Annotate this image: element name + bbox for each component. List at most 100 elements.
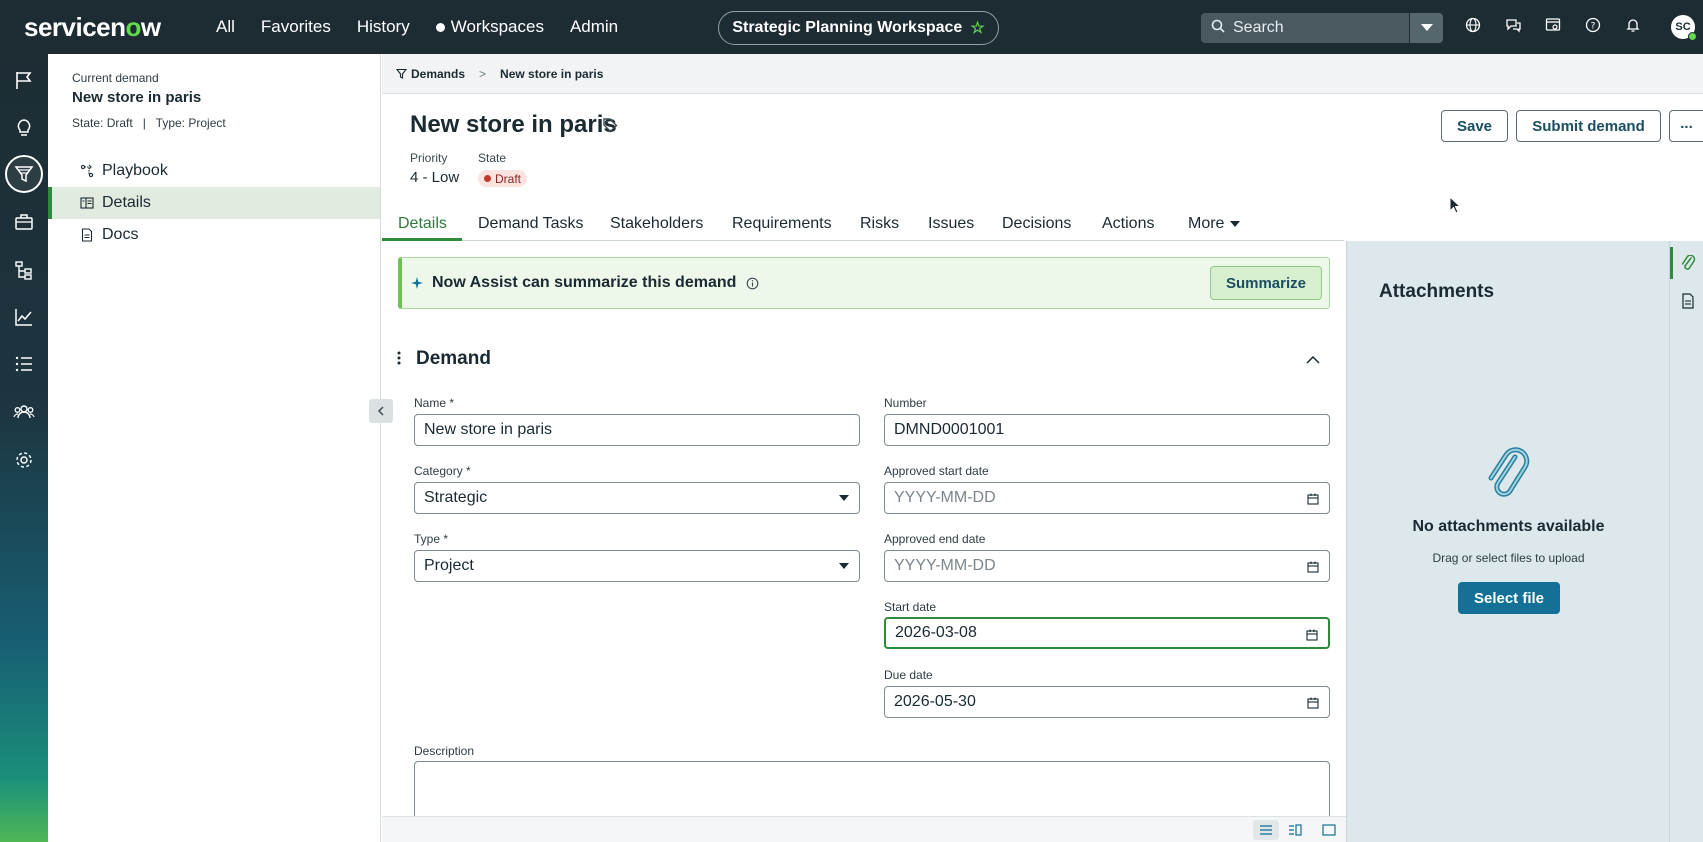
search-scope-dropdown[interactable] [1409, 13, 1443, 43]
globe-icon[interactable] [1463, 15, 1483, 35]
required-asterisk: * [443, 532, 449, 546]
submit-demand-button[interactable]: Submit demand [1516, 110, 1661, 142]
svg-text:?: ? [1591, 22, 1596, 32]
breadcrumb-demands-link[interactable]: Demands [411, 67, 465, 81]
settings-gear-icon[interactable] [10, 446, 38, 474]
tab-risks[interactable]: Risks [860, 215, 899, 233]
list-icon[interactable] [10, 350, 38, 378]
top-nav-menu: All Favorites History Workspaces Admin [203, 17, 631, 37]
tab-more-label: More [1188, 215, 1225, 232]
workspace-title-pill[interactable]: Strategic Planning Workspace ☆ [718, 11, 999, 45]
more-actions-button[interactable]: ... [1669, 110, 1703, 142]
category-select[interactable]: Strategic [414, 482, 860, 514]
now-assist-text: Now Assist can summarize this demand [432, 274, 737, 291]
tag-icon[interactable] [602, 117, 618, 138]
favorite-star-icon[interactable]: ☆ [970, 18, 984, 38]
full-view-icon[interactable] [1322, 823, 1336, 841]
nav-all[interactable]: All [203, 17, 248, 37]
description-label: Description [414, 744, 475, 758]
collapse-panel-button[interactable] [369, 399, 393, 423]
tab-actions[interactable]: Actions [1102, 215, 1154, 233]
approved-start-date-field[interactable]: YYYY-MM-DD [884, 482, 1330, 514]
current-demand-meta: State: Draft | Type: Project [72, 116, 226, 130]
start-date-field[interactable]: 2026-03-08 [884, 617, 1330, 649]
priority-label: Priority [410, 151, 448, 165]
current-demand-title: New store in paris [72, 89, 202, 106]
nav-item-playbook[interactable]: Playbook [48, 155, 380, 187]
chevron-up-icon[interactable] [1306, 351, 1320, 369]
meta-type-value: Project [188, 116, 226, 130]
calendar-icon[interactable] [1307, 560, 1319, 578]
tab-stakeholders[interactable]: Stakeholders [610, 215, 703, 233]
nav-item-details[interactable]: Details [48, 187, 380, 219]
nav-admin[interactable]: Admin [557, 17, 631, 37]
breadcrumb: Demands > New store in paris [382, 54, 1703, 94]
analytics-chart-icon[interactable] [10, 303, 38, 331]
calendar-icon[interactable] [1307, 696, 1319, 714]
info-icon[interactable] [746, 277, 759, 290]
more-actions-label: ... [1680, 114, 1693, 132]
calendar-icon[interactable] [1306, 628, 1318, 646]
team-icon[interactable] [10, 398, 38, 426]
description-textarea[interactable] [414, 761, 1330, 821]
global-search[interactable]: Search [1201, 13, 1443, 43]
servicenow-logo[interactable]: servicenow [24, 12, 179, 43]
record-info-document-icon[interactable] [1676, 289, 1700, 313]
help-icon[interactable]: ? [1583, 15, 1603, 35]
select-file-button[interactable]: Select file [1458, 582, 1560, 614]
record-navigation-panel: Current demand New store in paris State:… [48, 54, 381, 842]
lightbulb-icon[interactable] [10, 114, 38, 142]
chat-icon[interactable] [1503, 15, 1523, 35]
search-input[interactable]: Search [1233, 19, 1409, 37]
tab-requirements[interactable]: Requirements [732, 215, 832, 233]
tab-issues[interactable]: Issues [928, 215, 974, 233]
start-date-label: Start date [884, 600, 937, 614]
briefcase-icon[interactable] [10, 208, 38, 236]
nav-item-details-label: Details [102, 194, 151, 211]
record-title: New store in paris [410, 111, 617, 138]
nav-history[interactable]: History [344, 17, 423, 37]
app-switcher-icon[interactable] [1543, 15, 1563, 35]
type-select[interactable]: Project [414, 550, 860, 582]
now-assist-banner: Now Assist can summarize this demand Sum… [398, 257, 1330, 309]
tab-details[interactable]: Details [398, 215, 447, 233]
nav-item-docs[interactable]: Docs [48, 219, 380, 251]
tab-decisions[interactable]: Decisions [1002, 215, 1071, 233]
breadcrumb-current: New store in paris [500, 66, 604, 81]
name-field[interactable]: New store in paris [414, 414, 860, 446]
save-button[interactable]: Save [1441, 110, 1508, 142]
demand-funnel-icon[interactable] [5, 155, 43, 193]
attachments-title: Attachments [1379, 281, 1495, 302]
nav-favorites[interactable]: Favorites [248, 17, 344, 37]
category-field-label: Category * [414, 464, 471, 478]
type-field-label: Type * [414, 532, 448, 546]
attachments-tab-paperclip-icon[interactable] [1676, 251, 1700, 275]
due-date-label: Due date [884, 668, 933, 682]
number-field[interactable]: DMND0001001 [884, 414, 1330, 446]
section-title-demand: Demand [416, 348, 491, 369]
nav-workspaces[interactable]: Workspaces [423, 17, 557, 37]
summarize-button[interactable]: Summarize [1210, 266, 1322, 300]
nav-all-label: All [216, 17, 235, 36]
notifications-bell-icon[interactable] [1623, 15, 1643, 35]
tab-more[interactable]: More [1188, 215, 1241, 233]
nav-item-playbook-label: Playbook [102, 162, 168, 179]
meta-state-value: Draft [106, 116, 133, 130]
user-avatar[interactable]: SC [1671, 15, 1697, 41]
hierarchy-icon[interactable] [10, 256, 38, 284]
calendar-icon[interactable] [1307, 492, 1319, 510]
name-field-label: Name * [414, 396, 454, 410]
user-status-indicator [1688, 32, 1697, 41]
state-label: State [478, 151, 507, 165]
approved-end-date-field[interactable]: YYYY-MM-DD [884, 550, 1330, 582]
topbar-utility-icons: ? [1463, 15, 1643, 35]
workspace-title: Strategic Planning Workspace [732, 19, 963, 36]
section-drag-handle-icon[interactable] [396, 350, 402, 371]
flag-icon[interactable] [10, 66, 38, 94]
tab-demand-tasks[interactable]: Demand Tasks [478, 215, 584, 233]
due-date-field[interactable]: 2026-05-30 [884, 686, 1330, 718]
single-column-view-icon[interactable] [1253, 820, 1279, 840]
number-field-value: DMND0001001 [894, 421, 1005, 438]
nav-admin-label: Admin [569, 17, 619, 36]
split-view-icon[interactable] [1288, 823, 1302, 841]
